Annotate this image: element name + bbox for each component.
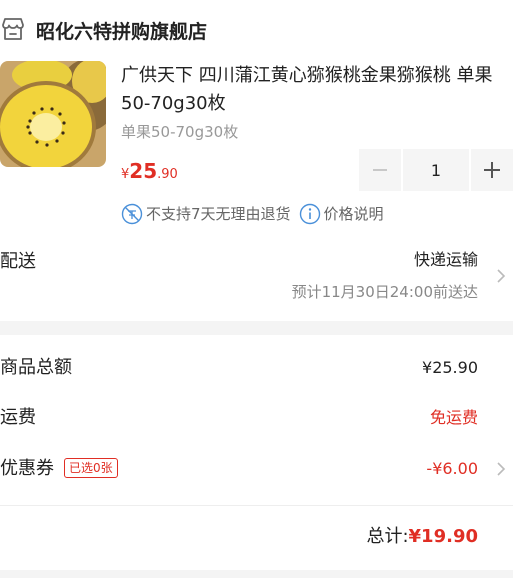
increase-button[interactable] [471,149,513,191]
price-decimal: .90 [157,167,178,182]
coupon-row[interactable]: 优惠券 已选0张 [0,457,118,481]
info-icon[interactable] [299,203,321,225]
order-total: 总计:¥19.90 [366,525,478,549]
goods-total-value: ¥25.90 [422,358,478,377]
service-notes: 不支持7天无理由退货 价格说明 [121,203,384,225]
price-integer: 25 [129,159,158,183]
coupon-badge: 已选0张 [64,458,118,478]
delivery-estimate: 预计11月30日24:00前送达 [291,283,478,301]
no-return-icon [121,203,143,225]
coupon-label: 优惠券 [0,458,54,479]
total-label: 总计: [366,526,409,547]
shipping-label: 运费 [0,407,36,428]
return-policy-text: 不支持7天无理由退货 [146,205,291,223]
product-image[interactable] [0,61,106,167]
goods-total-label: 商品总额 [0,357,72,378]
price-info-link[interactable]: 价格说明 [324,203,384,225]
delivery-label: 配送 [0,251,36,272]
minus-icon [373,169,387,171]
chevron-right-icon[interactable] [496,268,506,284]
decrease-button[interactable] [359,149,401,191]
plus-icon [484,162,500,178]
chevron-right-icon[interactable] [496,461,506,477]
product-spec[interactable]: 单果50-70g30枚 [121,121,238,143]
total-value: ¥19.90 [408,526,478,547]
store-name[interactable]: 昭化六特拼购旗舰店 [36,20,207,44]
coupon-value[interactable]: -¥6.00 [426,458,478,480]
store-icon [0,16,26,42]
shipping-value: 免运费 [429,408,478,427]
product-title[interactable]: 广供天下 四川蒲江黄心猕猴桃金果猕猴桃 单果50-70g30枚 [121,62,513,118]
quantity-stepper: 1 [359,149,513,191]
summary-divider [0,505,513,506]
product-price: ¥25.90 [121,159,178,187]
bottom-band [0,570,513,578]
delivery-method[interactable]: 快递运输 [414,249,478,271]
section-divider [0,321,513,335]
quantity-value[interactable]: 1 [403,149,469,191]
